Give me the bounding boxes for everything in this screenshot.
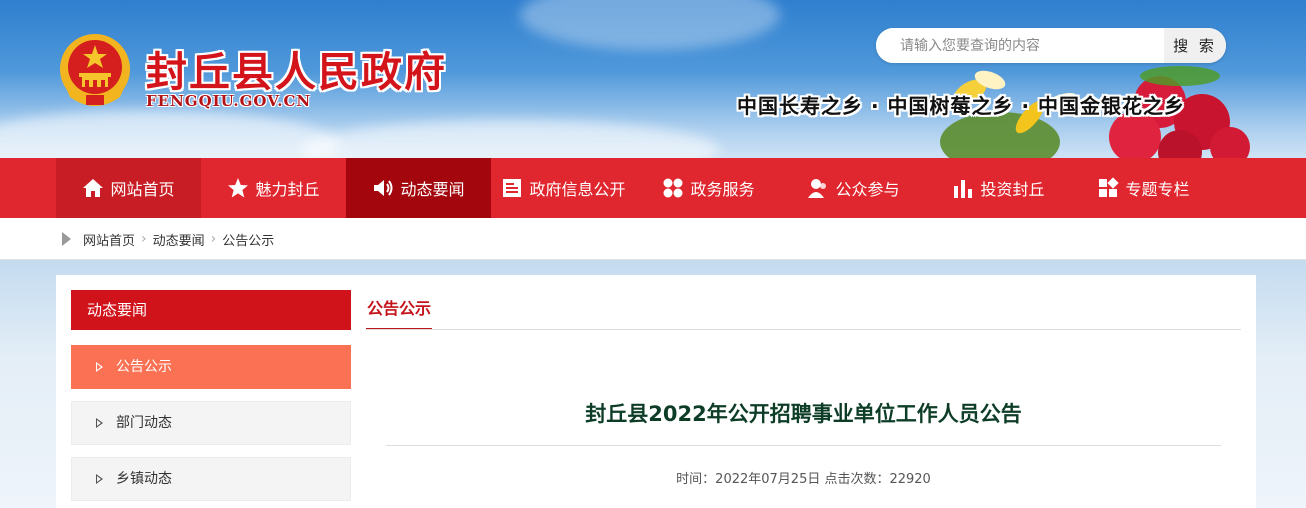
nav-item-label: 动态要闻	[400, 180, 465, 199]
tiles-icon	[1099, 177, 1120, 197]
search-input[interactable]	[876, 28, 1161, 63]
sidebar-item-label: 乡镇动态	[116, 471, 172, 487]
cloud-decoration	[300, 120, 720, 158]
sidebar-item-township-news[interactable]: 乡镇动态	[71, 457, 351, 501]
nav-item-label: 投资封丘	[980, 180, 1045, 199]
divider	[366, 329, 1241, 330]
bar-chart-icon	[954, 180, 973, 198]
star-icon	[228, 178, 249, 198]
triangle-right-icon	[96, 362, 103, 372]
main-nav: 网站首页 魅力封丘 动态要闻 政府信息公开 政务服务 公众参与 投资封丘 专题专…	[0, 158, 1306, 218]
nav-item-charm[interactable]: 魅力封丘	[201, 158, 346, 218]
divider	[386, 445, 1221, 446]
content-tab-notices[interactable]: 公告公示	[366, 290, 433, 330]
site-title: 封丘县人民政府	[146, 48, 447, 96]
breadcrumb: 网站首页 › 动态要闻 › 公告公示	[62, 218, 274, 260]
sidebar-item-department-news[interactable]: 部门动态	[71, 401, 351, 445]
nav-item-services[interactable]: 政务服务	[636, 158, 781, 218]
sidebar-title: 动态要闻	[71, 290, 351, 330]
breadcrumb-home-link[interactable]: 网站首页	[83, 230, 135, 249]
national-emblem-icon	[60, 34, 130, 106]
home-icon	[83, 179, 104, 197]
sidebar-item-label: 公告公示	[116, 359, 172, 375]
search-box: 搜 索	[876, 28, 1226, 63]
nav-item-label: 专题专栏	[1125, 180, 1190, 199]
cloud-decoration	[520, 0, 780, 50]
search-button[interactable]: 搜 索	[1164, 28, 1226, 63]
breadcrumb-separator-icon: ›	[210, 231, 217, 247]
nav-item-news[interactable]: 动态要闻	[346, 158, 491, 218]
nav-item-label: 公众参与	[835, 180, 900, 199]
slogan: 中国长寿之乡 · 中国树莓之乡 · 中国金银花之乡	[737, 94, 1186, 118]
nav-item-label: 魅力封丘	[255, 180, 320, 199]
article-title: 封丘县2022年公开招聘事业单位工作人员公告	[585, 402, 1022, 426]
article-meta: 时间：2022年07月25日 点击次数：22920	[676, 472, 931, 487]
cloud-decoration	[0, 110, 340, 158]
document-icon	[503, 179, 522, 197]
nav-item-participation[interactable]: 公众参与	[781, 158, 926, 218]
nav-item-label: 政府信息公开	[529, 180, 626, 199]
breadcrumb-notice-link[interactable]: 公告公示	[222, 230, 274, 249]
nav-item-label: 政务服务	[690, 180, 755, 199]
nav-item-label: 网站首页	[110, 180, 175, 199]
nav-item-invest[interactable]: 投资封丘	[926, 158, 1071, 218]
triangle-right-icon	[96, 418, 103, 428]
nav-item-home[interactable]: 网站首页	[56, 158, 201, 218]
speaker-icon	[374, 180, 393, 196]
breadcrumb-bar: 网站首页 › 动态要闻 › 公告公示	[0, 218, 1306, 260]
breadcrumb-separator-icon: ›	[141, 231, 147, 247]
nav-item-topics[interactable]: 专题专栏	[1071, 158, 1216, 218]
site-header: 封丘县人民政府 FENGQIU.GOV.CN 搜 索 中国长寿之乡 · 中国树莓…	[0, 0, 1306, 158]
grid-icon	[663, 178, 683, 198]
sidebar-item-notices[interactable]: 公告公示	[71, 345, 351, 389]
breadcrumb-news-link[interactable]: 动态要闻	[153, 230, 205, 249]
site-domain: FENGQIU.GOV.CN	[146, 92, 312, 110]
breadcrumb-arrow-icon	[62, 232, 71, 246]
sidebar-item-label: 部门动态	[116, 415, 172, 431]
people-icon	[808, 179, 827, 198]
nav-item-gov-info[interactable]: 政府信息公开	[491, 158, 636, 218]
triangle-right-icon	[96, 474, 103, 484]
